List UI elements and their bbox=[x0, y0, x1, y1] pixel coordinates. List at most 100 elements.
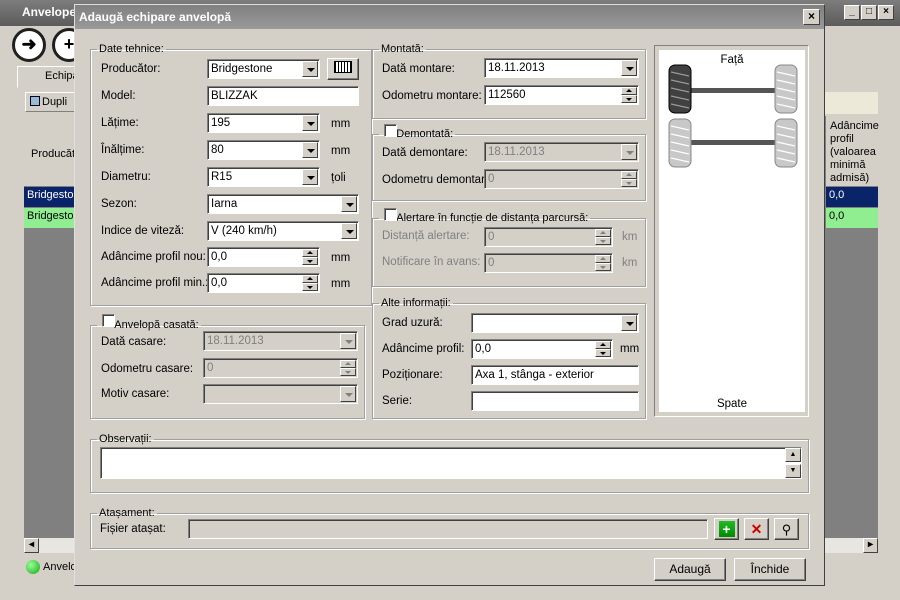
spin-up-icon[interactable] bbox=[340, 360, 356, 368]
close-button[interactable]: Închide bbox=[734, 558, 806, 581]
toolbar-strip bbox=[824, 92, 878, 114]
alert-checkbox[interactable] bbox=[384, 208, 397, 221]
spin-down-icon[interactable] bbox=[302, 257, 318, 265]
spin-down-icon[interactable] bbox=[621, 95, 637, 103]
spin-down-icon[interactable] bbox=[621, 179, 637, 187]
table-row-1-producer[interactable]: Bridgestor bbox=[24, 187, 77, 207]
new-depth-spinner[interactable]: 0,0 bbox=[207, 247, 320, 267]
maximize-icon[interactable]: □ bbox=[861, 5, 877, 20]
attach-view-button[interactable]: ⚲ bbox=[774, 518, 799, 540]
wear-label: Grad uzură: bbox=[382, 317, 443, 329]
select-value: R15 bbox=[211, 171, 233, 183]
scroll-left-icon[interactable]: ◂ bbox=[24, 538, 39, 553]
duplicate-button[interactable]: Dupli bbox=[25, 92, 77, 112]
chevron-down-icon bbox=[340, 333, 356, 349]
width-unit: mm bbox=[331, 118, 351, 130]
spin-down-icon[interactable] bbox=[595, 349, 611, 357]
spin-up-icon[interactable] bbox=[595, 341, 611, 349]
exit-icon[interactable]: ➜ bbox=[12, 28, 46, 62]
wear-select[interactable] bbox=[471, 313, 639, 333]
mount-date-picker[interactable]: 18.11.2013 bbox=[484, 58, 639, 78]
tire-rear-right-icon[interactable] bbox=[774, 118, 798, 168]
unmount-date-picker[interactable]: 18.11.2013 bbox=[484, 142, 639, 162]
other-info-legend: Alte informații: bbox=[381, 297, 451, 309]
spin-up-icon[interactable] bbox=[621, 87, 637, 95]
header-label: Producăt bbox=[31, 148, 76, 160]
date-value: 18.11.2013 bbox=[488, 146, 545, 158]
position-input[interactable]: Axa 1, stânga - exterior bbox=[471, 365, 639, 385]
table-row-1-depth[interactable]: 0,0 bbox=[826, 187, 878, 207]
magnifier-icon: ⚲ bbox=[781, 522, 792, 537]
cell-text: Bridgestor bbox=[27, 210, 78, 222]
attachment-legend: Atașament: bbox=[99, 507, 155, 519]
notes-textarea[interactable] bbox=[100, 447, 802, 479]
spinner-value: 0 bbox=[488, 231, 495, 243]
serial-input[interactable] bbox=[471, 391, 639, 411]
close-main-icon[interactable]: × bbox=[878, 5, 894, 20]
spin-down-icon[interactable] bbox=[595, 237, 611, 245]
table-row-2-depth[interactable]: 0,0 bbox=[826, 208, 878, 228]
grid-header-producer[interactable]: Producăt bbox=[24, 116, 76, 186]
alert-notice-spinner[interactable]: 0 bbox=[484, 253, 613, 273]
rear-axle bbox=[681, 140, 777, 145]
chevron-down-icon bbox=[621, 60, 637, 76]
scrap-reason-label: Motiv casare: bbox=[101, 388, 170, 400]
spinner-value: 0,0 bbox=[475, 343, 491, 355]
minimize-icon[interactable]: _ bbox=[844, 5, 860, 20]
spin-up-icon[interactable] bbox=[621, 171, 637, 179]
remove-file-icon: ✕ bbox=[750, 521, 763, 537]
spin-down-icon[interactable] bbox=[595, 263, 611, 271]
scrap-reason-select[interactable] bbox=[203, 384, 358, 404]
spin-down-icon[interactable] bbox=[340, 368, 356, 376]
mount-odometer-spinner[interactable]: 112560 bbox=[484, 85, 639, 105]
front-axle bbox=[681, 88, 777, 93]
tab-echipare[interactable]: Echipa bbox=[17, 66, 79, 88]
table-row-2-producer[interactable]: Bridgestor bbox=[24, 208, 78, 228]
model-input[interactable]: BLIZZAK bbox=[207, 86, 359, 106]
tire-front-left-icon[interactable] bbox=[668, 64, 692, 114]
spin-up-icon[interactable] bbox=[302, 249, 318, 257]
notes-legend: Observații: bbox=[99, 433, 152, 445]
spin-down-icon[interactable] bbox=[302, 283, 318, 291]
tire-catalog-button[interactable] bbox=[327, 58, 359, 80]
scroll-right-icon[interactable]: ▸ bbox=[863, 538, 878, 553]
spinner-value: 0 bbox=[488, 257, 495, 269]
spin-up-icon[interactable] bbox=[595, 255, 611, 263]
dialog-close-icon[interactable]: × bbox=[803, 9, 820, 25]
add-button[interactable]: Adaugă bbox=[654, 558, 726, 581]
chevron-down-icon bbox=[302, 142, 318, 158]
tire-rear-left-icon[interactable] bbox=[668, 118, 692, 168]
notes-scroll-up-icon[interactable]: ▲ bbox=[785, 448, 801, 462]
speed-index-select[interactable]: V (240 km/h) bbox=[207, 221, 359, 241]
status-text: Anvelo bbox=[43, 561, 77, 573]
unmount-odometer-spinner[interactable]: 0 bbox=[484, 169, 639, 189]
tire-front-right-icon[interactable] bbox=[774, 64, 798, 114]
diameter-select[interactable]: R15 bbox=[207, 167, 320, 187]
scrap-odometer-spinner[interactable]: 0 bbox=[203, 358, 358, 378]
depth-spinner[interactable]: 0,0 bbox=[471, 339, 613, 359]
spin-up-icon[interactable] bbox=[302, 275, 318, 283]
scrap-date-picker[interactable]: 18.11.2013 bbox=[203, 331, 358, 351]
min-depth-spinner[interactable]: 0,0 bbox=[207, 273, 320, 293]
model-label: Model: bbox=[101, 90, 136, 102]
grid-header-min-depth[interactable]: Adâncime profil (valoarea minimă admisă) bbox=[826, 116, 879, 186]
spinner-value: 0 bbox=[207, 362, 214, 374]
chevron-down-icon bbox=[340, 386, 356, 402]
scrap-checkbox[interactable] bbox=[102, 314, 115, 327]
chevron-down-icon bbox=[621, 315, 637, 331]
date-value: 18.11.2013 bbox=[488, 62, 545, 74]
unmount-checkbox[interactable] bbox=[384, 124, 397, 137]
attach-add-button[interactable]: + bbox=[714, 518, 739, 540]
tech-data-legend: Date tehnice: bbox=[99, 43, 164, 55]
season-select[interactable]: Iarna bbox=[207, 194, 359, 214]
serial-label: Serie: bbox=[382, 395, 413, 407]
attach-remove-button[interactable]: ✕ bbox=[744, 518, 769, 540]
width-select[interactable]: 195 bbox=[207, 113, 320, 133]
alert-distance-spinner[interactable]: 0 bbox=[484, 227, 613, 247]
select-value: Bridgestone bbox=[211, 63, 273, 75]
spin-up-icon[interactable] bbox=[595, 229, 611, 237]
producer-select[interactable]: Bridgestone bbox=[207, 59, 320, 79]
mount-odometer-label: Odometru montare: bbox=[382, 90, 482, 102]
height-select[interactable]: 80 bbox=[207, 140, 320, 160]
notes-scroll-down-icon[interactable]: ▼ bbox=[785, 464, 801, 478]
